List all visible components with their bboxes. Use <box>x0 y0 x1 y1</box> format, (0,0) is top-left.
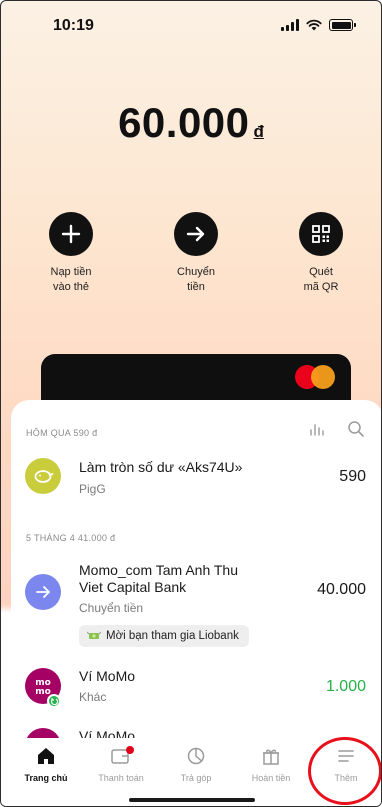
home-indicator <box>129 798 255 802</box>
transaction-title: Ví MoMo <box>79 668 136 684</box>
signal-icon <box>281 19 299 31</box>
top-up-card-button[interactable]: Nạp tiền vào thẻ <box>26 212 116 295</box>
battery-icon <box>329 19 356 31</box>
top-up-label-line1: Nạp tiền <box>50 266 92 278</box>
scan-qr-button[interactable]: Quét mã QR <box>276 212 366 295</box>
nav-home-label: Trang chủ <box>24 773 68 783</box>
section-header-april-5: 5 THÁNG 4 41.000 đ <box>26 533 116 543</box>
home-icon <box>11 744 81 768</box>
balance-currency: đ <box>253 122 264 141</box>
liobank-promo-chip[interactable]: Mời bạn tham gia Liobank <box>79 625 249 647</box>
transaction-subtitle: PigG <box>79 482 106 496</box>
section-header-yesterday: HÔM QUA 590 đ <box>26 428 98 438</box>
sheet-header-icons <box>309 420 365 438</box>
pie-chart-icon <box>161 744 231 768</box>
transaction-amount: 1.000 <box>325 678 366 695</box>
transaction-title-line1: Momo_com Tam Anh Thu <box>79 562 239 578</box>
promo-text: Mời bạn tham gia Liobank <box>106 630 239 642</box>
transaction-title-line2: Viet Capital Bank <box>79 579 187 595</box>
scan-qr-label-line1: Quét <box>309 266 333 278</box>
nav-payment[interactable]: Thanh toán <box>86 744 156 783</box>
nav-home[interactable]: Trang chủ <box>11 744 81 783</box>
bottom-nav: Trang chủ Thanh toán Trả góp Hoàn tiền T… <box>1 738 381 806</box>
nav-cashback[interactable]: Hoàn tiền <box>236 744 306 783</box>
notification-badge <box>126 746 134 754</box>
arrow-right-icon <box>174 212 218 256</box>
arrow-right-icon <box>25 574 61 610</box>
balance-amount: 60.000 <box>118 99 250 146</box>
balance-display: 60.000 đ <box>1 99 381 147</box>
scan-qr-label-line2: mã QR <box>303 281 339 293</box>
status-icons <box>281 19 356 31</box>
transfer-button[interactable]: Chuyển tiền <box>151 212 241 295</box>
transfer-label-line2: tiền <box>187 281 205 293</box>
refund-arrow-icon <box>47 694 61 708</box>
status-bar: 10:19 <box>1 15 381 37</box>
nav-payment-label: Thanh toán <box>98 773 144 783</box>
wallet-icon <box>86 744 156 768</box>
transaction-subtitle: Chuyển tiền <box>79 601 144 615</box>
piggy-bank-icon <box>25 458 61 494</box>
menu-icon <box>311 744 381 768</box>
transaction-subtitle: Khác <box>79 690 107 704</box>
bar-chart-icon[interactable] <box>309 421 325 437</box>
search-icon[interactable] <box>347 420 365 438</box>
nav-cashback-label: Hoàn tiền <box>251 773 291 783</box>
nav-more-label: Thêm <box>334 773 358 783</box>
plus-icon <box>49 212 93 256</box>
wifi-icon <box>306 19 322 31</box>
nav-installment[interactable]: Trả góp <box>161 744 231 783</box>
mastercard-logo <box>295 365 335 389</box>
nav-installment-label: Trả góp <box>180 773 212 783</box>
transaction-amount: 590 <box>339 468 366 485</box>
money-wings-icon <box>87 631 101 639</box>
transaction-amount: 40.000 <box>317 581 366 598</box>
app-screen: 10:19 60.000 đ Nạp tiền vào thẻ Chuyển t… <box>0 0 382 807</box>
gift-icon <box>236 744 306 768</box>
status-time: 10:19 <box>53 17 94 34</box>
transaction-title: Làm tròn số dư «Aks74U» <box>79 459 243 475</box>
qr-code-icon <box>299 212 343 256</box>
top-up-label-line2: vào thẻ <box>52 281 90 293</box>
nav-more[interactable]: Thêm <box>311 744 381 783</box>
transfer-label-line1: Chuyển <box>177 266 215 278</box>
